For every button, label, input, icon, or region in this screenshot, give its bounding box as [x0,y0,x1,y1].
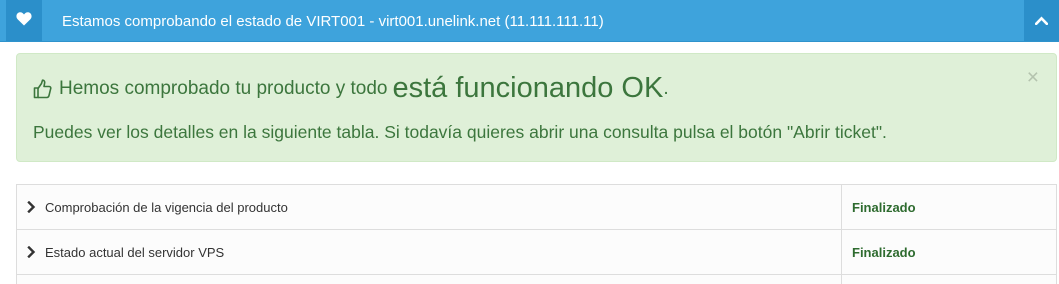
row-label: Comprobación de la vigencia del producto [45,200,288,215]
alert-headline-emphasis: está funcionando OK [392,72,664,104]
checks-table: Comprobación de la vigencia del producto… [16,184,1057,284]
column-divider [841,275,842,284]
thumbs-up-icon [33,78,52,99]
alert-detail: Puedes ver los detalles en la siguiente … [33,122,887,142]
favorite-button[interactable] [6,0,42,41]
alert-headline: Hemos comprobado tu producto y todo está… [33,72,669,105]
close-icon[interactable]: × [1027,67,1039,88]
alert-headline-suffix: . [663,77,669,99]
table-row[interactable]: Estado actual del servidor VPS Finalizad… [17,230,1056,275]
table-row [17,275,1056,284]
success-alert: Hemos comprobado tu producto y todo está… [16,53,1057,162]
alert-headline-prefix: Hemos comprobado tu producto y todo [59,77,388,99]
heart-icon [16,11,32,31]
status-text: Finalizado [852,200,916,215]
status-text: Finalizado [852,245,916,260]
collapse-button[interactable] [1024,0,1059,41]
panel-title: Estamos comprobando el estado de VIRT001… [62,13,604,30]
column-divider [841,185,842,229]
row-label: Estado actual del servidor VPS [45,245,225,260]
chevron-right-icon[interactable] [27,185,36,229]
panel-header: Estamos comprobando el estado de VIRT001… [0,0,1059,42]
chevron-right-icon[interactable] [27,230,36,274]
chevron-up-icon [1034,12,1049,30]
column-divider [841,230,842,274]
table-row[interactable]: Comprobación de la vigencia del producto… [17,185,1056,230]
